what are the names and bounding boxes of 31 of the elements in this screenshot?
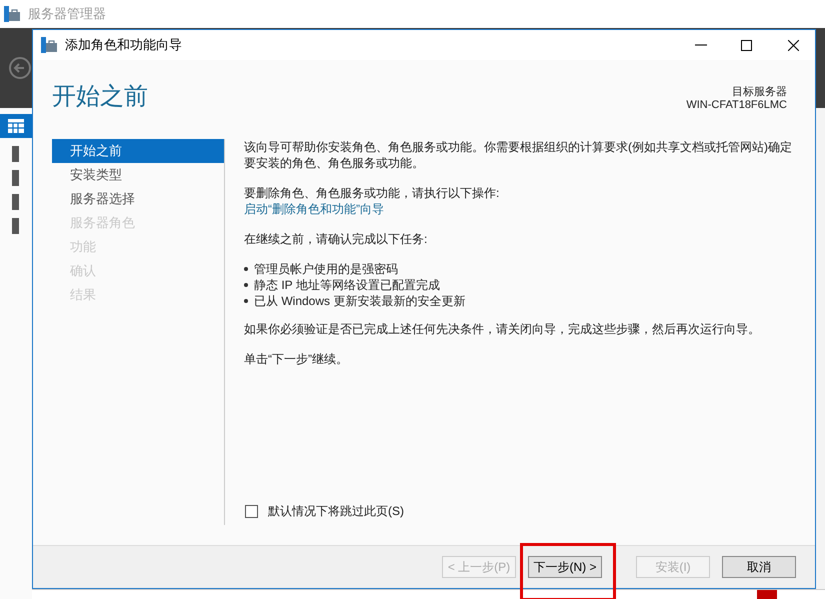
task-item: 静态 IP 地址等网络设置已配置完成 xyxy=(254,277,440,293)
wizard-button[interactable]: 下一步(N) > xyxy=(528,556,602,578)
wizard-icon xyxy=(41,37,57,53)
remove-wizard-link[interactable]: 启动“删除角色和功能”向导 xyxy=(244,201,384,217)
continue-text: 单击“下一步”继续。 xyxy=(244,351,349,367)
page-heading: 开始之前 xyxy=(52,82,148,112)
bullet-icon xyxy=(244,299,248,303)
dialog-title: 添加角色和功能向导 xyxy=(65,36,182,54)
remove-text: 要删除角色、角色服务或功能，请执行以下操作: xyxy=(244,185,500,201)
app-title: 服务器管理器 xyxy=(28,5,106,24)
task-item: 已从 Windows 更新安装最新的安全更新 xyxy=(254,293,466,309)
tasks-intro: 在继续之前，请确认完成以下任务: xyxy=(244,231,428,247)
wizard-step[interactable]: 安装类型 xyxy=(52,163,224,187)
server-manager-icon xyxy=(4,6,20,22)
dashboard-icon[interactable] xyxy=(8,119,24,133)
skip-checkbox-label: 默认情况下将跳过此页(S) xyxy=(268,503,404,519)
alert-tile xyxy=(757,590,777,599)
back-icon[interactable] xyxy=(8,56,32,80)
skip-checkbox[interactable] xyxy=(245,504,258,518)
target-server: WIN-CFAT18F6LMC xyxy=(686,99,787,112)
close-icon[interactable] xyxy=(788,40,799,50)
verify-text: 如果你必须验证是否已完成上述任何先决条件，请关闭向导，完成这些步骤，然后再次运行向导。 xyxy=(244,321,761,337)
task-item: 管理员帐户使用的是强密码 xyxy=(254,261,398,277)
intro-text: 该向导可帮助你安装角色、角色服务或功能。你需要根据组织的计算要求(例如共享文档或托管网站)确定要安装的角色、角色服务或功能。 xyxy=(244,139,793,171)
wizard-step[interactable]: 开始之前 xyxy=(52,139,224,163)
maximize-icon[interactable] xyxy=(741,40,752,50)
target-label: 目标服务器 xyxy=(732,86,787,99)
wizard-button[interactable]: 取消 xyxy=(722,556,796,578)
bullet-icon xyxy=(244,283,248,287)
bullet-icon xyxy=(244,267,248,271)
wizard-step[interactable]: 服务器选择 xyxy=(52,187,224,211)
